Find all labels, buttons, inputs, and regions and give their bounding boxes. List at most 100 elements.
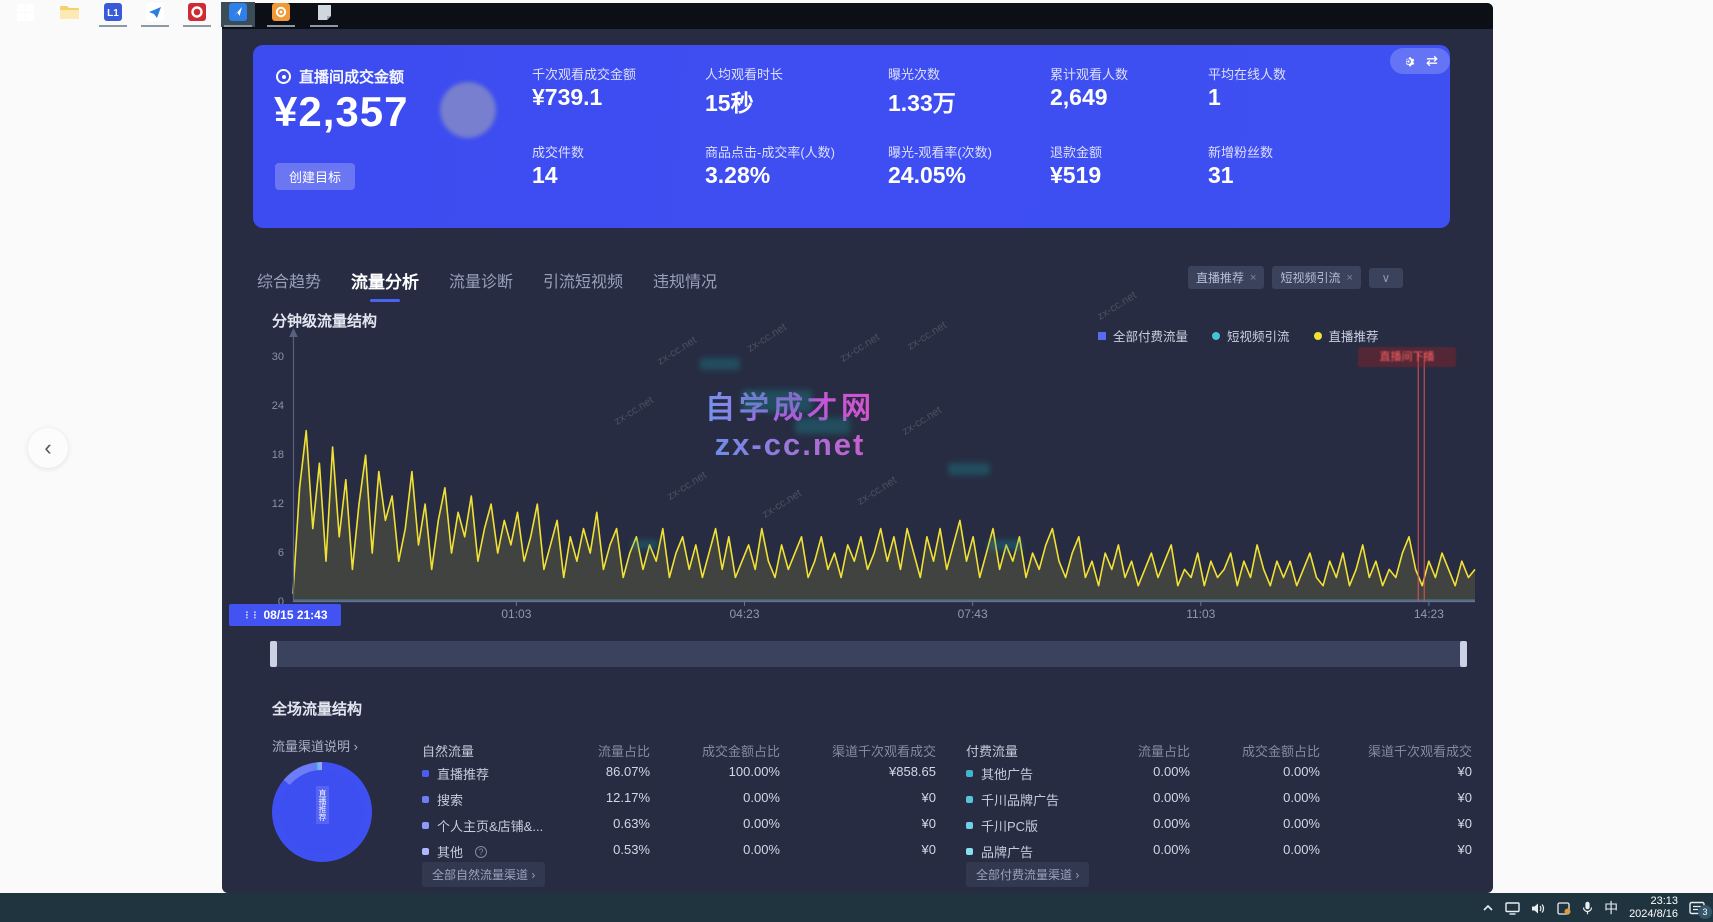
panel-actions xyxy=(1390,48,1450,74)
row-bullet xyxy=(422,796,429,803)
tab-引流短视频[interactable]: 引流短视频 xyxy=(543,268,623,293)
tab-流量诊断[interactable]: 流量诊断 xyxy=(449,268,513,293)
blue-l-app-icon: L1 xyxy=(104,3,122,26)
time-cursor-badge[interactable]: ⋮⋮ 08/15 21:43 xyxy=(229,604,341,626)
drag-dots-icon: ⋮⋮ xyxy=(242,610,258,621)
natural-col-header: 流量占比 xyxy=(598,741,650,760)
legend-marker xyxy=(1314,332,1322,340)
natural-cell: ¥0 xyxy=(922,816,936,831)
teams-app-icon xyxy=(146,3,164,26)
paid-cell: ¥0 xyxy=(1458,790,1472,805)
artifact-smudge xyxy=(742,390,812,412)
app-tray-icon[interactable] xyxy=(1557,902,1571,915)
metric-value: 1.33万 xyxy=(888,84,956,118)
open-app-indicator xyxy=(141,25,169,27)
filter-chip-直播推荐[interactable]: 直播推荐× xyxy=(1188,266,1264,289)
orange-camera-app-icon xyxy=(272,3,290,26)
filter-chip-短视频引流[interactable]: 短视频引流× xyxy=(1272,266,1360,289)
row-label: 千川PC版 xyxy=(981,816,1038,835)
taskbar-windows-start[interactable] xyxy=(8,2,42,27)
row-bullet xyxy=(966,796,973,803)
natural-cell: 0.00% xyxy=(743,816,780,831)
natural-cell: 0.53% xyxy=(613,842,650,857)
metric-label: 平均在线人数 xyxy=(1208,64,1286,83)
volume-icon[interactable] xyxy=(1531,902,1546,915)
artifact-smudge xyxy=(988,540,1022,550)
info-icon[interactable]: ? xyxy=(475,846,487,858)
paid-cell: 0.00% xyxy=(1283,842,1320,857)
taskbar-red-ring-browser[interactable] xyxy=(180,2,214,27)
minute-traffic-chart[interactable] xyxy=(293,341,1475,602)
row-label: 个人主页&店铺&... xyxy=(437,816,543,835)
metric-label: 千次观看成交金额 xyxy=(532,64,636,83)
microphone-icon[interactable] xyxy=(1582,901,1593,915)
row-label: 千川品牌广告 xyxy=(981,790,1059,809)
primary-metric-label: 直播间成交金额 xyxy=(299,66,404,87)
row-bullet xyxy=(966,770,973,777)
remove-chip-icon[interactable]: × xyxy=(1346,272,1352,284)
stream-end-annotation: 直播间下播 xyxy=(1358,347,1456,367)
row-label: 直播推荐 xyxy=(437,764,489,783)
ime-indicator[interactable]: 中 xyxy=(1604,898,1618,918)
taskbar-blue-l-app[interactable]: L1 xyxy=(96,2,130,27)
natural-cell: 0.00% xyxy=(743,842,780,857)
filter-chips: 直播推荐× 短视频引流× ∨ xyxy=(1188,266,1403,289)
y-tick-label: 24 xyxy=(258,400,284,412)
artifact-smudge xyxy=(948,463,990,475)
chart-range-slider[interactable] xyxy=(270,641,1467,667)
slider-right-handle[interactable] xyxy=(1460,641,1467,667)
paid-cell: 0.00% xyxy=(1283,764,1320,779)
slider-left-handle[interactable] xyxy=(270,641,277,667)
metric-label: 人均观看时长 xyxy=(705,64,783,83)
notification-center-icon[interactable]: 3 xyxy=(1689,901,1705,915)
svg-text:L1: L1 xyxy=(107,8,119,19)
swap-icon[interactable] xyxy=(1425,55,1439,67)
paid-cell: 0.00% xyxy=(1153,790,1190,805)
chevron-up-icon[interactable] xyxy=(1482,903,1494,913)
natural-cell: ¥858.65 xyxy=(889,764,936,779)
goal-target-icon xyxy=(276,69,291,84)
taskbar-blue-arrow-app[interactable] xyxy=(221,2,255,27)
metric-value: ¥519 xyxy=(1050,162,1101,189)
legend-marker xyxy=(1098,332,1106,340)
paid-cell: 0.00% xyxy=(1153,816,1190,831)
remove-chip-icon[interactable]: × xyxy=(1250,272,1256,284)
y-tick-label: 30 xyxy=(258,351,284,363)
tab-流量分析[interactable]: 流量分析 xyxy=(351,268,419,293)
natural-cell: 100.00% xyxy=(729,764,780,779)
taskbar-teams-app[interactable] xyxy=(138,2,172,27)
paid-cell: 0.00% xyxy=(1153,842,1190,857)
paid-all-channels-link[interactable]: 全部付费流量渠道 › xyxy=(966,862,1089,887)
natural-all-channels-link[interactable]: 全部自然流量渠道 › xyxy=(422,862,545,887)
primary-metric-value: ¥2,357 xyxy=(274,88,408,136)
screen: ‹ 直播间成交金额 ¥2,357 创建目标 千次观看成交金额¥739.1人均观看… xyxy=(0,0,1713,922)
tab-综合趋势[interactable]: 综合趋势 xyxy=(257,268,321,293)
back-button[interactable]: ‹ xyxy=(28,428,68,468)
clock-date: 2024/8/16 xyxy=(1629,908,1678,921)
taskbar-file-explorer[interactable] xyxy=(52,2,86,27)
metric-label: 退款金额 xyxy=(1050,142,1102,161)
natural-cell: 12.17% xyxy=(606,790,650,805)
artifact-smudge xyxy=(795,418,850,434)
artifact-smudge xyxy=(700,358,740,370)
tab-违规情况[interactable]: 违规情况 xyxy=(653,268,717,293)
filter-dropdown[interactable]: ∨ xyxy=(1369,268,1403,288)
natural-cell: ¥0 xyxy=(922,842,936,857)
paid-cell: 0.00% xyxy=(1283,816,1320,831)
system-tray: 中 23:13 2024/8/16 3 xyxy=(1482,895,1705,921)
taskbar-notes-app[interactable] xyxy=(307,2,341,27)
x-tick-label: 04:23 xyxy=(730,607,760,621)
file-explorer-icon xyxy=(60,5,79,25)
watermark-line2: zx-cc.net xyxy=(660,427,920,463)
open-app-indicator xyxy=(224,25,252,27)
channel-explain-link[interactable]: 流量渠道说明 › xyxy=(272,736,358,755)
paid-cell: 0.00% xyxy=(1153,764,1190,779)
metric-value: 3.28% xyxy=(705,162,770,189)
display-icon[interactable] xyxy=(1505,902,1520,915)
row-label: 其他 xyxy=(437,842,463,861)
taskbar-clock[interactable]: 23:13 2024/8/16 xyxy=(1629,895,1678,921)
create-goal-button[interactable]: 创建目标 xyxy=(275,163,355,190)
taskbar-orange-camera-app[interactable] xyxy=(264,2,298,27)
gear-icon[interactable] xyxy=(1402,55,1415,68)
metric-value: 24.05% xyxy=(888,162,966,189)
